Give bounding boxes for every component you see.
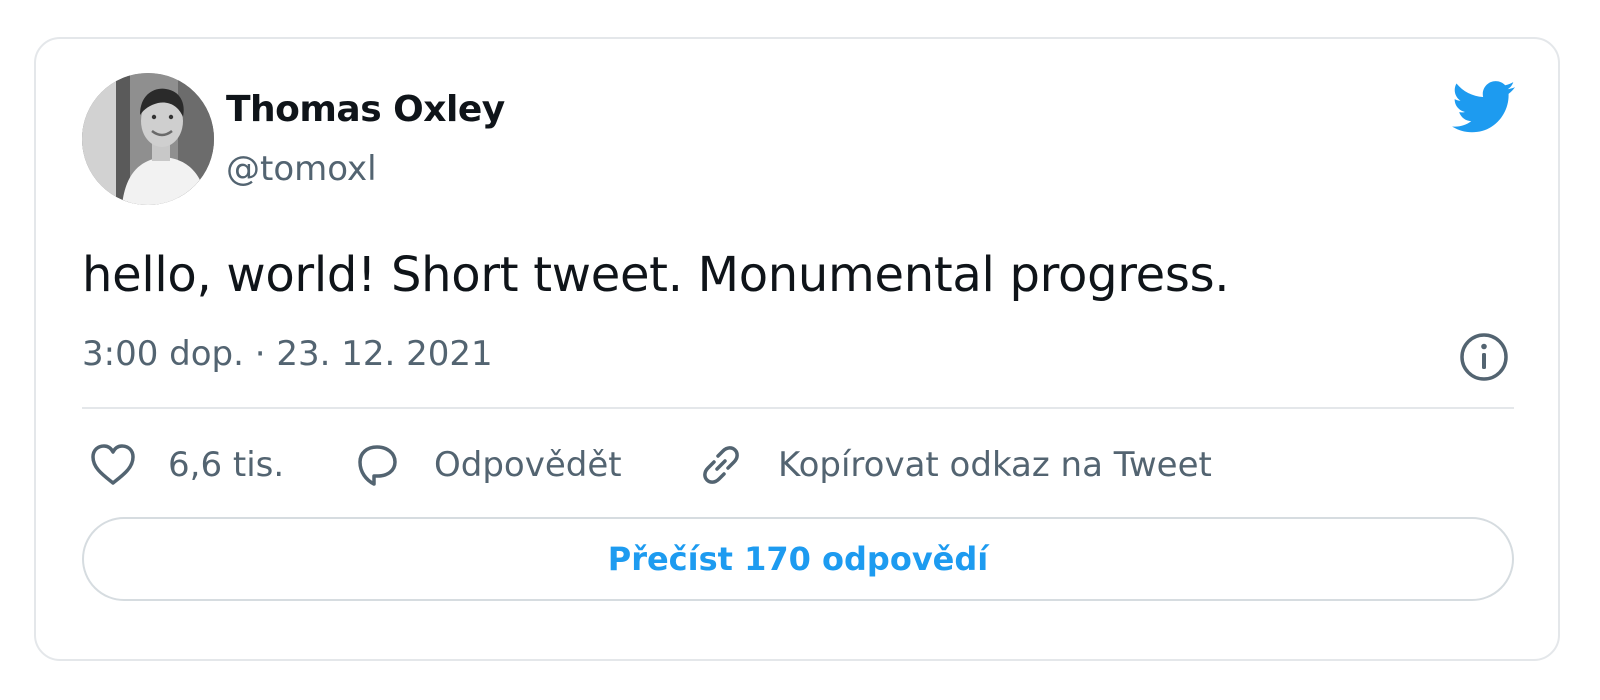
copy-link-label: Kopírovat odkaz na Tweet — [778, 445, 1212, 485]
author-handle[interactable]: @tomoxl — [226, 149, 377, 189]
link-icon — [696, 440, 746, 490]
tweet-timestamp[interactable]: 3:00 dop. · 23. 12. 2021 — [82, 334, 493, 374]
heart-icon — [88, 440, 138, 490]
tweet-text: hello, world! Short tweet. Monumental pr… — [82, 247, 1230, 303]
reply-button[interactable]: Odpovědět — [352, 439, 622, 491]
read-replies-button[interactable]: Přečíst 170 odpovědí — [82, 517, 1514, 601]
like-button[interactable]: 6,6 tis. — [88, 439, 284, 491]
like-count: 6,6 tis. — [168, 445, 285, 485]
info-icon[interactable] — [1458, 331, 1510, 383]
twitter-bird-icon[interactable] — [1452, 79, 1516, 133]
copy-link-button[interactable]: Kopírovat odkaz na Tweet — [696, 439, 1212, 491]
avatar[interactable] — [82, 73, 214, 205]
tweet-card: Thomas Oxley @tomoxl hello, world! Short… — [34, 37, 1560, 661]
reply-label: Odpovědět — [434, 445, 622, 485]
author-name[interactable]: Thomas Oxley — [226, 89, 505, 130]
divider — [82, 407, 1514, 409]
speech-bubble-icon — [352, 440, 402, 490]
avatar-photo — [82, 73, 214, 205]
